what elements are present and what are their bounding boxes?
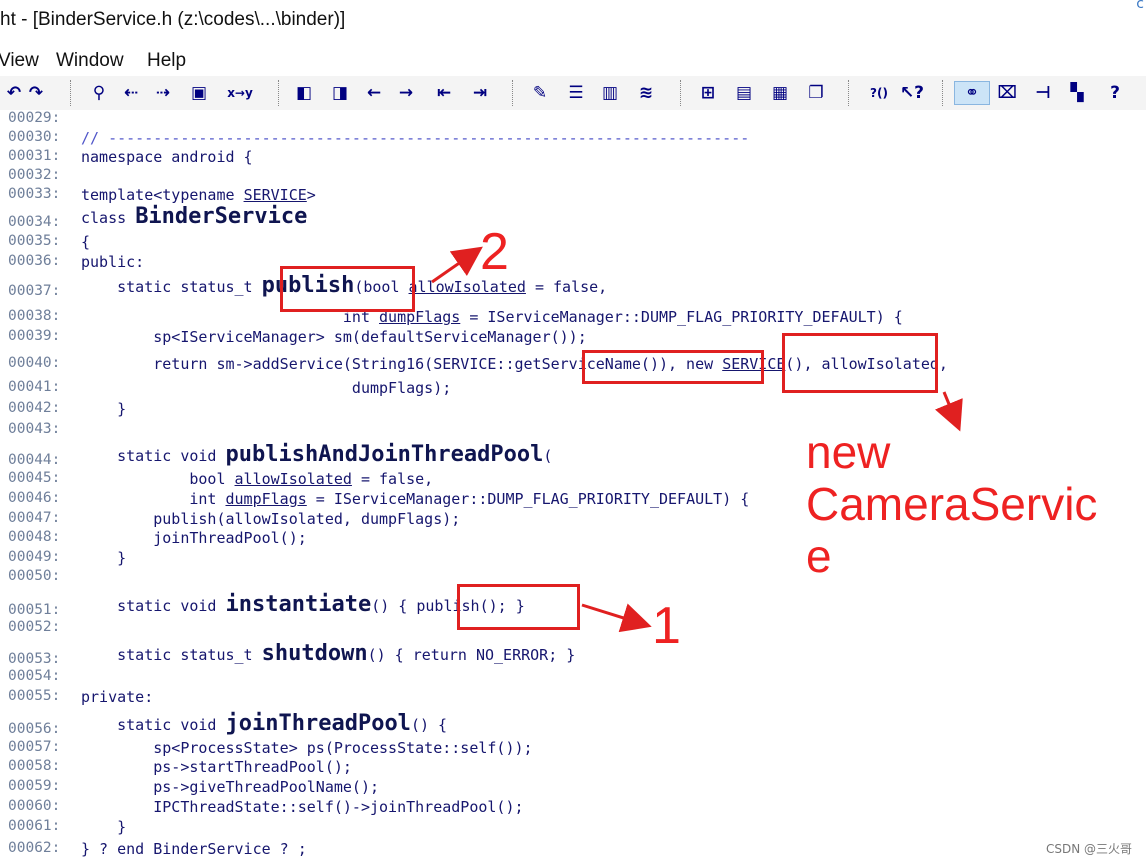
annotation-note-line: CameraServic: [806, 478, 1098, 530]
arrow-to-2: [431, 246, 483, 284]
annotation-note-line: new: [806, 426, 891, 478]
annotation-label-1: 1: [652, 597, 681, 655]
arrow-to-note: [934, 391, 963, 432]
watermark: CSDN @三火哥: [1045, 842, 1132, 856]
arrow-to-1: [581, 603, 652, 633]
annotation-note-line: e: [806, 530, 832, 582]
annotation-label-2: 2: [480, 223, 509, 281]
annotation-note: new CameraServic e: [806, 426, 1097, 582]
